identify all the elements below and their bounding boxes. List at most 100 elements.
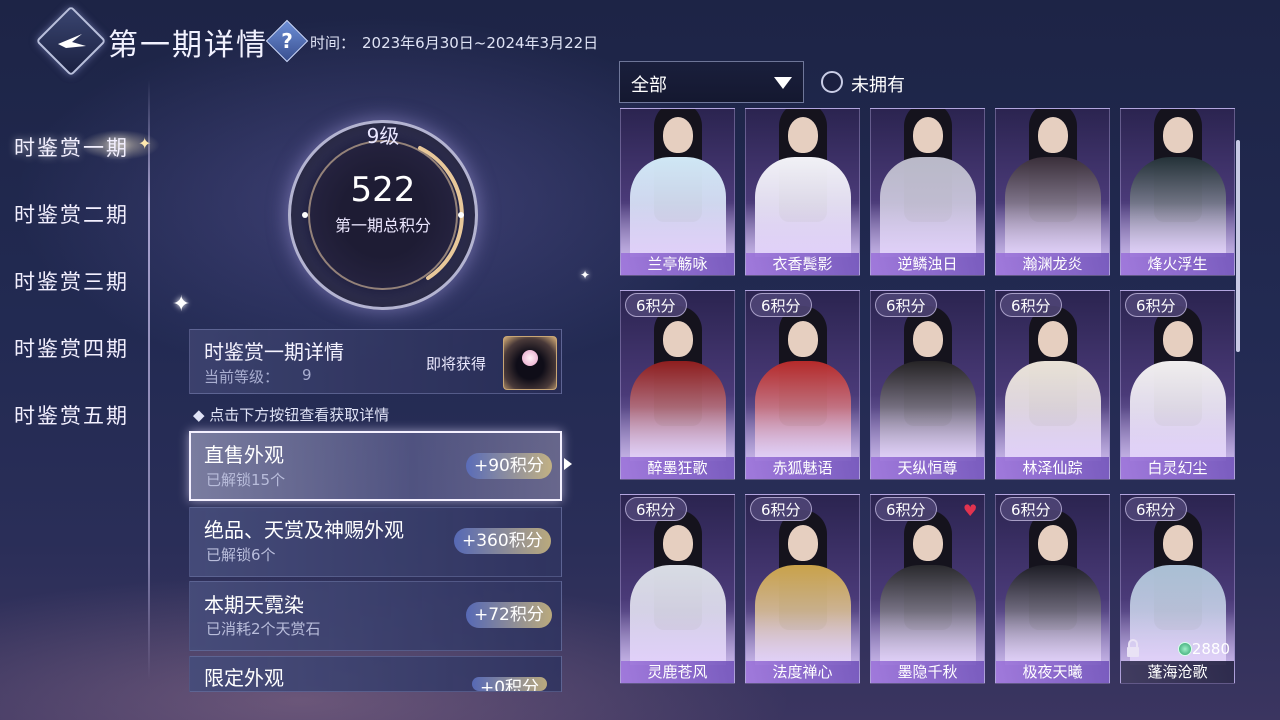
sparkle-icon: ✦ <box>580 268 591 282</box>
card-glow <box>1121 407 1234 457</box>
outfit-card[interactable]: 6积分 2880 蓬海沧歌 <box>1120 494 1235 684</box>
outfit-name: 逆鳞浊日 <box>871 253 984 275</box>
outfit-card[interactable]: 逆鳞浊日 <box>870 108 985 276</box>
level-text: 9级 <box>366 124 400 148</box>
category-subtitle: 已解锁6个 <box>206 546 276 564</box>
character-face <box>788 525 818 561</box>
card-glow <box>871 611 984 661</box>
outfit-card[interactable]: 瀚渊龙炎 <box>995 108 1110 276</box>
card-glow <box>996 203 1109 253</box>
outfit-name: 白灵幻尘 <box>1121 457 1234 479</box>
card-glow <box>621 203 734 253</box>
period-detail-title: 时鉴赏一期详情 <box>204 340 344 364</box>
card-glow <box>996 611 1109 661</box>
dropdown-caret-icon <box>774 77 792 89</box>
nav-item-period-1[interactable]: 时鉴赏一期 <box>14 132 129 162</box>
category-points-badge: +90积分 <box>466 453 552 479</box>
outfit-grid: 兰亭觞咏 衣香鬓影 逆鳞浊日 瀚渊龙炎 烽火浮生 6积分 醉墨狂歌 6积分 赤狐魅语 6积分 天纵恒… <box>614 108 1242 692</box>
outfit-card[interactable]: 6积分 ♥ 墨隐千秋 <box>870 494 985 684</box>
outfit-price: 2880 <box>1191 640 1230 658</box>
character-face <box>663 525 693 561</box>
card-glow <box>621 611 734 661</box>
card-glow <box>746 407 859 457</box>
character-face <box>1038 117 1068 153</box>
character-face <box>1163 117 1193 153</box>
time-label: 时间： <box>310 34 356 52</box>
upcoming-reward-label: 即将获得 <box>426 355 487 373</box>
character-face <box>913 117 943 153</box>
outfit-name: 兰亭觞咏 <box>621 253 734 275</box>
category-title: 直售外观 <box>204 443 284 467</box>
outfit-card[interactable]: 6积分白灵幻尘 <box>1120 290 1235 480</box>
character-face <box>788 117 818 153</box>
character-face <box>1038 525 1068 561</box>
outfit-points-badge: 6积分 <box>625 293 687 317</box>
question-mark-icon[interactable]: ? <box>272 26 302 56</box>
not-owned-radio[interactable] <box>821 71 843 93</box>
outfit-points-badge: 6积分 <box>625 497 687 521</box>
outfit-name: 烽火浮生 <box>1121 253 1234 275</box>
total-score-label: 第一期总积分 <box>334 216 431 235</box>
character-face <box>663 321 693 357</box>
character-face <box>1038 321 1068 357</box>
heart-icon: ♥ <box>963 501 978 520</box>
outfit-card[interactable]: 6积分 赤狐魅语 <box>745 290 860 480</box>
outfit-name: 蓬海沧歌 <box>1121 661 1234 683</box>
outfit-card[interactable]: 6积分 林泽仙踪 <box>995 290 1110 480</box>
outfit-points-badge: 6积分 <box>875 497 937 521</box>
character-face <box>788 321 818 357</box>
not-owned-label: 未拥有 <box>851 75 905 96</box>
outfit-name: 瀚渊龙炎 <box>996 253 1109 275</box>
nav-item-period-2[interactable]: 时鉴赏二期 <box>14 199 129 229</box>
outfit-points-badge: 6积分 <box>875 293 937 317</box>
outfit-points-badge: 6积分 <box>750 497 812 521</box>
outfit-card[interactable]: 烽火浮生 <box>1120 108 1235 276</box>
outfit-points-badge: 6积分 <box>1125 293 1187 317</box>
outfit-name: 醉墨狂歌 <box>621 457 734 479</box>
card-glow <box>871 203 984 253</box>
card-glow <box>1121 203 1234 253</box>
nav-item-period-3[interactable]: 时鉴赏三期 <box>14 266 129 296</box>
outfit-name: 灵鹿苍风 <box>621 661 734 683</box>
outfit-card[interactable]: 6积分法度禅心 <box>745 494 860 684</box>
outfit-points-badge: 6积分 <box>1000 293 1062 317</box>
lock-icon <box>1127 639 1139 657</box>
current-level-label: 当前等级： <box>204 368 280 386</box>
reward-flower-icon <box>522 350 538 366</box>
nav-divider <box>148 80 150 680</box>
active-indicator-icon: ✦ <box>138 134 152 153</box>
category-points-badge: +0积分 <box>472 677 548 691</box>
outfit-card[interactable]: 6积分醉墨狂歌 <box>620 290 735 480</box>
character-face <box>913 321 943 357</box>
nav-item-period-5[interactable]: 时鉴赏五期 <box>14 400 129 430</box>
selected-arrow-icon <box>564 458 572 470</box>
outfit-points-badge: 6积分 <box>1000 497 1062 521</box>
grid-scrollbar[interactable] <box>1236 140 1240 352</box>
outfit-card[interactable]: 6积分灵鹿苍风 <box>620 494 735 684</box>
outfit-card[interactable]: 兰亭觞咏 <box>620 108 735 276</box>
outfit-name: 衣香鬓影 <box>746 253 859 275</box>
category-title: 限定外观 <box>204 666 284 690</box>
category-title: 绝品、天赏及神赐外观 <box>204 518 404 542</box>
back-arrow-icon <box>58 34 86 48</box>
outfit-name: 法度禅心 <box>746 661 859 683</box>
outfit-name: 天纵恒尊 <box>871 457 984 479</box>
category-subtitle: 已消耗2个天赏石 <box>206 620 321 638</box>
card-glow <box>746 611 859 661</box>
outfit-points-badge: 6积分 <box>750 293 812 317</box>
currency-coin-icon <box>1178 642 1192 656</box>
sparkle-icon: ✦ <box>172 292 191 317</box>
outfit-name: 极夜天曦 <box>996 661 1109 683</box>
time-value: 2023年6月30日~2024年3月22日 <box>362 34 599 52</box>
outfit-card[interactable]: 衣香鬓影 <box>745 108 860 276</box>
outfit-card[interactable]: 6积分极夜天曦 <box>995 494 1110 684</box>
nav-item-period-4[interactable]: 时鉴赏四期 <box>14 333 129 363</box>
character-face <box>663 117 693 153</box>
category-points-badge: +360积分 <box>454 528 551 554</box>
outfit-name: 墨隐千秋 <box>871 661 984 683</box>
category-points-badge: +72积分 <box>466 602 552 628</box>
card-glow <box>621 407 734 457</box>
character-face <box>1163 321 1193 357</box>
category-title: 本期天霓染 <box>204 593 304 617</box>
outfit-card[interactable]: 6积分天纵恒尊 <box>870 290 985 480</box>
